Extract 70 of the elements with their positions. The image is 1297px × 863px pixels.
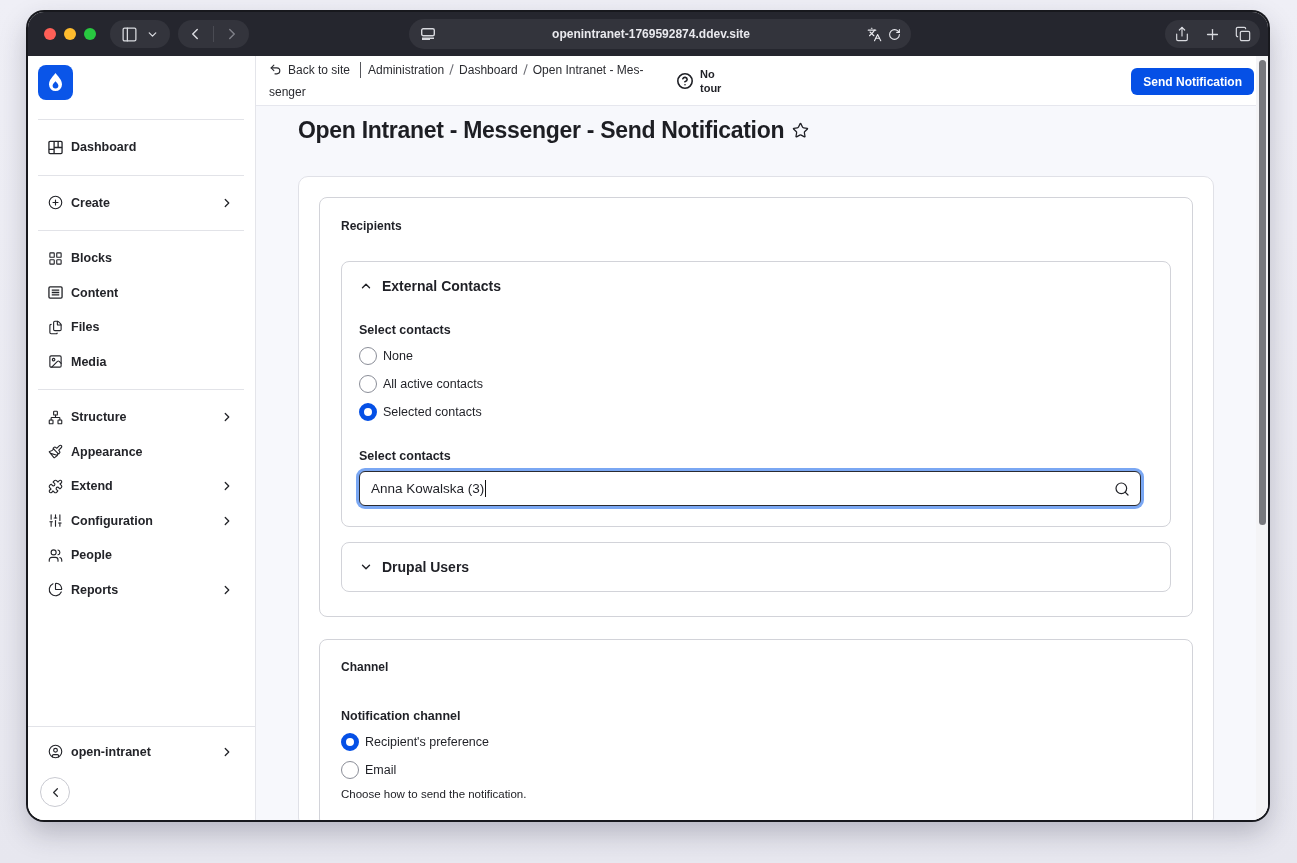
sidebar-item[interactable]: Blocks — [38, 241, 244, 276]
puzzle-icon — [48, 478, 63, 494]
sidebar-item[interactable]: Extend — [38, 469, 244, 504]
sidebar-item[interactable]: Appearance — [38, 434, 244, 469]
fieldset-legend: Channel — [341, 659, 1171, 675]
translate-icon[interactable] — [867, 26, 882, 42]
page-title: Open Intranet - Messenger - Send Notification — [298, 116, 785, 144]
radio-button[interactable] — [359, 375, 377, 393]
radio-label: None — [383, 349, 413, 363]
close-window-icon[interactable] — [44, 28, 56, 40]
return-arrow-icon — [269, 63, 282, 76]
zoom-window-icon[interactable] — [84, 28, 96, 40]
sidebar-item[interactable]: People — [38, 538, 244, 573]
back-link[interactable]: Back to site — [269, 63, 351, 77]
people-icon — [48, 547, 63, 563]
sidebar-item[interactable]: Configuration — [38, 503, 244, 538]
radio-label: Recipient's preference — [365, 735, 489, 749]
field-label: Select contacts — [359, 448, 452, 464]
plus-circle-icon — [48, 195, 63, 211]
tour-button[interactable]: No tour — [677, 66, 730, 95]
breadcrumb-link[interactable]: Administration — [368, 63, 445, 77]
search-icon — [1114, 480, 1130, 497]
address-bar[interactable]: openintranet-1769592874.ddev.site — [409, 19, 911, 49]
radio-button[interactable] — [359, 347, 377, 365]
autocomplete-field[interactable]: Anna Kowalska (3) — [359, 471, 1141, 506]
sidebar-item[interactable]: Reports — [38, 572, 244, 607]
radio-button[interactable] — [359, 403, 377, 421]
scrollbar[interactable] — [1258, 60, 1266, 525]
field-label: Select contacts — [359, 322, 452, 338]
sidebar-item[interactable]: Structure — [38, 400, 244, 435]
accordion-header[interactable]: Drupal Users — [342, 543, 1170, 591]
field-description: Choose how to send the notification. — [341, 787, 528, 802]
radio-label: All active contacts — [383, 377, 484, 391]
sidebar-item[interactable]: Files — [38, 310, 244, 345]
radio-label: Email — [365, 763, 397, 777]
help-icon — [677, 72, 693, 89]
sliders-icon — [48, 513, 63, 529]
minimize-window-icon[interactable] — [64, 28, 76, 40]
pie-chart-icon — [48, 582, 63, 598]
sidebar-item[interactable]: Create — [38, 185, 244, 220]
list-icon — [48, 285, 63, 301]
reload-icon[interactable] — [888, 27, 901, 41]
image-icon — [48, 354, 63, 370]
text-cursor-icon — [485, 480, 487, 497]
radio-button[interactable] — [341, 733, 359, 751]
sidebar-item[interactable]: Dashboard — [38, 130, 244, 165]
breadcrumb-link[interactable]: senger — [269, 85, 306, 99]
files-icon — [48, 319, 63, 335]
hierarchy-icon — [48, 409, 63, 425]
star-icon[interactable] — [792, 121, 810, 139]
sidebar-toggle-icon[interactable] — [121, 25, 138, 43]
accordion-header[interactable]: External Contacts — [342, 262, 1170, 310]
tabs-icon[interactable] — [1235, 26, 1251, 42]
send-notification-button[interactable]: Send Notification — [1131, 68, 1254, 95]
panels-icon — [48, 139, 63, 155]
grid-icon — [48, 250, 63, 266]
radio-label: Selected contacts — [383, 405, 482, 419]
sidebar-item[interactable]: Media — [38, 344, 244, 379]
radio-button[interactable] — [341, 761, 359, 779]
account-menu[interactable]: open-intranet — [38, 734, 244, 769]
share-icon[interactable] — [1174, 26, 1190, 42]
sidebar-item[interactable]: Content — [38, 275, 244, 310]
field-label: Notification channel — [341, 708, 462, 724]
user-circle-icon — [48, 744, 63, 760]
breadcrumb-link[interactable]: Dashboard — [459, 63, 518, 77]
drupal-logo[interactable] — [38, 65, 73, 100]
paintbrush-icon — [48, 444, 63, 460]
fieldset-legend: Recipients — [341, 218, 1171, 234]
page-icon[interactable] — [421, 28, 435, 40]
breadcrumb-link[interactable]: Open Intranet - Mes- — [532, 63, 644, 77]
